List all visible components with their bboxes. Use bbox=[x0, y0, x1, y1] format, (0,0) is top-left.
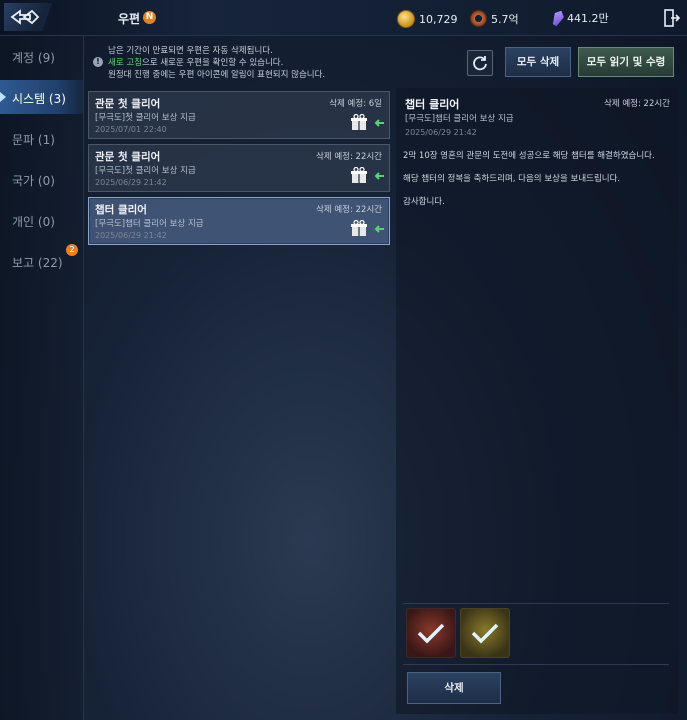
check-icon bbox=[417, 623, 445, 644]
mail-subtitle: [무극도]첫 클리어 보상 지급 bbox=[95, 166, 196, 176]
divider bbox=[403, 603, 669, 604]
mail-date: 2025/07/01 22:40 bbox=[95, 125, 167, 134]
currency-crystal: 441.2만 bbox=[553, 10, 609, 26]
page-title: 우편 bbox=[118, 12, 141, 26]
donut-currency-icon bbox=[470, 10, 487, 27]
gift-box-icon bbox=[351, 167, 367, 183]
crystal-icon bbox=[550, 9, 566, 28]
currency-crystal-value: 441.2만 bbox=[567, 12, 609, 25]
sidebar-item-personal[interactable]: 개인 (0) bbox=[0, 203, 83, 237]
sidebar-item-label: 국가 (0) bbox=[12, 174, 55, 188]
receive-arrow-icon bbox=[374, 225, 384, 233]
info-icon: ! bbox=[93, 57, 103, 67]
detail-subtitle: [무극도]챕터 클리어 보상 지급 bbox=[405, 114, 514, 124]
sidebar-item-label: 문파 (1) bbox=[12, 133, 55, 147]
gift-box-icon bbox=[351, 220, 367, 236]
mail-detail-panel: 챕터 클리어 삭제 예정: 22시간 [무극도]챕터 클리어 보상 지급 202… bbox=[396, 88, 678, 714]
top-bar: 우편 N 10,729 5.7억 441.2만 bbox=[0, 0, 687, 36]
check-icon bbox=[471, 623, 499, 644]
reward-item[interactable] bbox=[406, 608, 456, 658]
notice-line-2-rest: 으로 새로운 우편을 확인할 수 있습니다. bbox=[141, 58, 284, 68]
mail-title: 관문 첫 클리어 bbox=[95, 98, 161, 110]
back-arrow-icon bbox=[10, 9, 40, 25]
read-all-receive-button[interactable]: 모두 읽기 및 수령 bbox=[578, 47, 674, 77]
notice-line-3: 원정대 진행 중에는 우편 아이콘에 알림이 표현되지 않습니다. bbox=[108, 70, 326, 80]
delete-all-button[interactable]: 모두 삭제 bbox=[505, 47, 571, 77]
detail-body-line: 감사합니다. bbox=[403, 197, 445, 207]
receive-arrow-icon bbox=[374, 172, 384, 180]
mail-subtitle: [무극도]챕터 클리어 보상 지급 bbox=[95, 219, 204, 229]
new-badge: N bbox=[143, 11, 156, 24]
notice-line-2: 새로 고침으로 새로운 우편을 확인할 수 있습니다. bbox=[108, 56, 283, 68]
divider bbox=[403, 664, 669, 665]
gold-coin-icon bbox=[397, 10, 415, 28]
sidebar-item-guild[interactable]: 문파 (1) bbox=[0, 121, 83, 155]
sidebar-item-label: 보고 (22) bbox=[12, 256, 63, 270]
mail-expire: 삭제 예정: 22시간 bbox=[315, 152, 382, 162]
refresh-highlight: 새로 고침 bbox=[108, 58, 142, 68]
currency-donut: 5.7억 bbox=[470, 10, 519, 27]
back-button[interactable] bbox=[4, 3, 52, 31]
gift-box-icon bbox=[351, 114, 367, 130]
report-count-badge: 2 bbox=[66, 244, 78, 256]
sidebar-item-account[interactable]: 계정 (9) bbox=[0, 39, 83, 73]
detail-title: 챕터 클리어 bbox=[405, 98, 460, 111]
detail-body-line: 2막 10장 영혼의 관문의 도전에 성공으로 해당 챕터를 해결하였습니다. bbox=[403, 151, 655, 161]
category-sidebar: 계정 (9) 시스템 (3) 문파 (1) 국가 (0) 개인 (0) 보고 (… bbox=[0, 36, 84, 720]
sidebar-item-nation[interactable]: 국가 (0) bbox=[0, 162, 83, 196]
mail-date: 2025/06/29 21:42 bbox=[95, 231, 167, 240]
receive-arrow-icon bbox=[374, 119, 384, 127]
refresh-icon bbox=[473, 56, 487, 71]
delete-button[interactable]: 삭제 bbox=[407, 672, 501, 704]
exit-door-icon[interactable] bbox=[664, 9, 680, 27]
refresh-button[interactable] bbox=[467, 50, 493, 76]
currency-donut-value: 5.7억 bbox=[491, 12, 519, 26]
mail-item[interactable]: 관문 첫 클리어 삭제 예정: 6일 [무극도]첫 클리어 보상 지급 2025… bbox=[88, 91, 390, 139]
sidebar-item-label: 개인 (0) bbox=[12, 215, 55, 229]
notice-line-1: 남은 기간이 만료되면 우편은 자동 삭제됩니다. bbox=[108, 46, 273, 56]
mail-expire: 삭제 예정: 22시간 bbox=[315, 205, 382, 215]
sidebar-item-label: 시스템 (3) bbox=[12, 92, 66, 106]
mail-item[interactable]: 관문 첫 클리어 삭제 예정: 22시간 [무극도]첫 클리어 보상 지급 20… bbox=[88, 144, 390, 192]
detail-expire: 삭제 예정: 22시간 bbox=[603, 99, 670, 109]
currency-gold: 10,729 bbox=[397, 10, 458, 28]
mail-date: 2025/06/29 21:42 bbox=[95, 178, 167, 187]
mail-subtitle: [무극도]첫 클리어 보상 지급 bbox=[95, 113, 196, 123]
detail-body-line: 해당 챕터의 정복을 축하드리며, 다음의 보상을 보내드립니다. bbox=[403, 174, 621, 184]
reward-item[interactable] bbox=[460, 608, 510, 658]
sidebar-item-label: 계정 (9) bbox=[12, 51, 55, 65]
sidebar-item-system[interactable]: 시스템 (3) bbox=[0, 80, 83, 114]
mail-expire: 삭제 예정: 6일 bbox=[329, 99, 382, 109]
detail-date: 2025/06/29 21:42 bbox=[405, 128, 477, 137]
currency-gold-value: 10,729 bbox=[419, 12, 458, 26]
mail-title: 관문 첫 클리어 bbox=[95, 151, 161, 163]
mail-item-selected[interactable]: 챕터 클리어 삭제 예정: 22시간 [무극도]챕터 클리어 보상 지급 202… bbox=[88, 197, 390, 245]
mail-title: 챕터 클리어 bbox=[95, 204, 147, 216]
